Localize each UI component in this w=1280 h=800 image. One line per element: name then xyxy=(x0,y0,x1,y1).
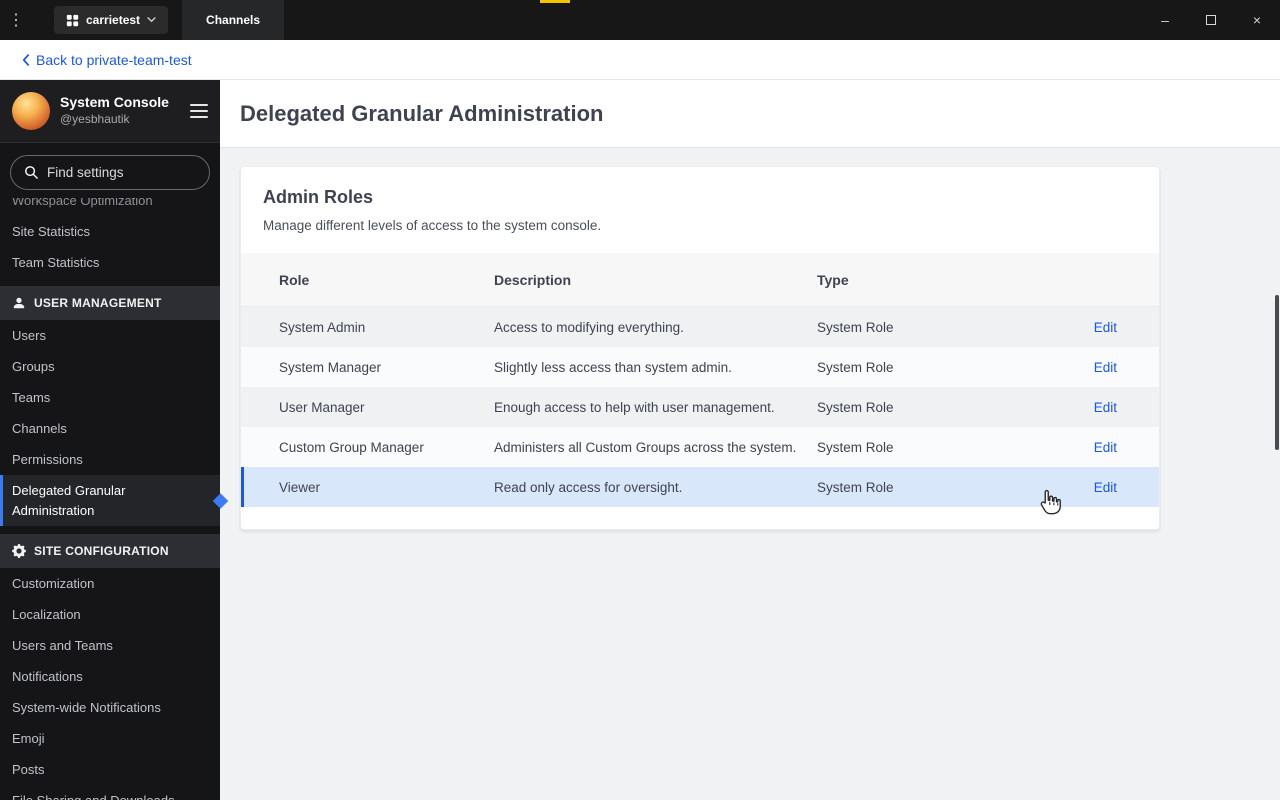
table-header-row: Role Description Type xyxy=(241,253,1159,307)
sidebar-item-groups[interactable]: Groups xyxy=(0,351,220,382)
console-title: System Console xyxy=(60,94,169,111)
edit-button-viewer[interactable]: Edit xyxy=(1094,480,1117,495)
section-user-management-label: USER MANAGEMENT xyxy=(34,296,162,310)
sidebar-item-file-sharing-and-downloads[interactable]: File Sharing and Downloads xyxy=(0,785,220,800)
sidebar-nav: Workspace Optimization Site Statistics T… xyxy=(0,198,229,800)
edit-button-system-manager[interactable]: Edit xyxy=(1094,360,1117,375)
system-console-sidebar: System Console @yesbhautik Workspace Opt… xyxy=(0,80,229,800)
gear-icon xyxy=(12,544,26,558)
close-icon: × xyxy=(1252,12,1262,28)
type-cell: System Role xyxy=(817,479,894,495)
type-cell: System Role xyxy=(817,439,894,455)
settings-search[interactable] xyxy=(10,155,210,190)
server-name: carrietest xyxy=(86,13,141,27)
section-site-configuration-label: SITE CONFIGURATION xyxy=(34,544,169,558)
panel-description: Manage different levels of access to the… xyxy=(263,218,602,233)
sidebar-item-system-wide-notifications[interactable]: System-wide Notifications xyxy=(0,692,220,723)
sidebar-item-delegated-granular-administration[interactable]: Delegated Granular Administration xyxy=(0,475,229,526)
sidebar-item-workspace-optimization[interactable]: Workspace Optimization xyxy=(0,198,220,216)
close-button[interactable]: × xyxy=(1234,0,1280,40)
sidebar-item-teams[interactable]: Teams xyxy=(0,382,220,413)
sidebar-header: System Console @yesbhautik xyxy=(0,80,220,143)
selected-item-label: Delegated Granular Administration xyxy=(12,483,126,518)
table-row-user-manager[interactable]: User Manager Enough access to help with … xyxy=(241,387,1159,427)
edit-button-system-admin[interactable]: Edit xyxy=(1094,320,1117,335)
back-link-label: Back to private-team-test xyxy=(36,51,192,68)
page-title: Delegated Granular Administration xyxy=(240,100,604,126)
table-row-system-manager[interactable]: System Manager Slightly less access than… xyxy=(241,347,1159,387)
table-row-system-admin[interactable]: System Admin Access to modifying everyth… xyxy=(241,307,1159,347)
sidebar-item-notifications[interactable]: Notifications xyxy=(0,661,220,692)
admin-roles-table: Role Description Type System Admin Acces… xyxy=(241,253,1159,507)
sidebar-item-users-and-teams[interactable]: Users and Teams xyxy=(0,630,220,661)
page-body: Admin Roles Manage different levels of a… xyxy=(220,148,1280,800)
search-icon xyxy=(25,166,38,179)
screen-share-indicator xyxy=(540,0,570,3)
username: @yesbhautik xyxy=(60,111,130,126)
back-navigation-bar: Back to private-team-test xyxy=(0,40,1280,80)
description-cell: Read only access for oversight. xyxy=(494,479,683,495)
panel-title: Admin Roles xyxy=(263,187,374,207)
role-cell: System Admin xyxy=(279,319,366,335)
sidebar-item-site-statistics[interactable]: Site Statistics xyxy=(0,216,220,247)
edit-button-user-manager[interactable]: Edit xyxy=(1094,400,1117,415)
tab-channels[interactable]: Channels xyxy=(182,0,285,40)
chevron-left-icon xyxy=(22,53,30,66)
role-cell: Viewer xyxy=(279,479,321,495)
kebab-menu-icon[interactable]: ⋮ xyxy=(0,10,32,30)
server-grid-icon xyxy=(66,14,79,26)
table-row-viewer[interactable]: Viewer Read only access for oversight. S… xyxy=(241,467,1159,507)
user-identity: System Console @yesbhautik xyxy=(60,94,190,127)
column-header-type: Type xyxy=(817,271,849,288)
hamburger-menu-icon[interactable] xyxy=(190,104,208,118)
main-content: Delegated Granular Administration Admin … xyxy=(220,80,1280,800)
server-selector-button[interactable]: carrietest xyxy=(54,6,169,34)
panel-head: Admin Roles Manage different levels of a… xyxy=(241,167,1159,253)
window-titlebar: ⋮ carrietest Channels – × xyxy=(0,0,1280,40)
role-cell: Custom Group Manager xyxy=(279,439,424,455)
section-user-management: USER MANAGEMENT xyxy=(0,286,220,320)
sidebar-item-permissions[interactable]: Permissions xyxy=(0,444,220,475)
minimize-button[interactable]: – xyxy=(1142,0,1188,40)
sidebar-item-channels[interactable]: Channels xyxy=(0,413,220,444)
scrollbar-thumb[interactable] xyxy=(1275,295,1279,450)
maximize-button[interactable] xyxy=(1188,0,1234,40)
window-controls: – × xyxy=(1142,0,1280,40)
edit-button-custom-group-manager[interactable]: Edit xyxy=(1094,440,1117,455)
type-cell: System Role xyxy=(817,399,894,415)
section-site-configuration: SITE CONFIGURATION xyxy=(0,534,220,568)
description-cell: Administers all Custom Groups across the… xyxy=(494,439,797,455)
sidebar-item-users[interactable]: Users xyxy=(0,320,220,351)
tab-channels-label: Channels xyxy=(206,13,261,27)
description-cell: Access to modifying everything. xyxy=(494,319,684,335)
users-icon xyxy=(13,297,25,309)
role-cell: System Manager xyxy=(279,359,382,375)
sidebar-item-emoji[interactable]: Emoji xyxy=(0,723,220,754)
panel-footer xyxy=(241,507,1159,529)
sidebar-item-customization[interactable]: Customization xyxy=(0,568,220,599)
sidebar-item-posts[interactable]: Posts xyxy=(0,754,220,785)
column-header-role: Role xyxy=(279,271,310,288)
maximize-icon xyxy=(1206,15,1216,25)
type-cell: System Role xyxy=(817,319,894,335)
sidebar-item-localization[interactable]: Localization xyxy=(0,599,220,630)
minimize-icon: – xyxy=(1161,12,1169,28)
type-cell: System Role xyxy=(817,359,894,375)
sidebar-item-team-statistics[interactable]: Team Statistics xyxy=(0,247,220,278)
description-cell: Slightly less access than system admin. xyxy=(494,359,732,375)
search-input[interactable] xyxy=(47,165,187,180)
column-header-description: Description xyxy=(494,271,572,288)
role-cell: User Manager xyxy=(279,399,365,415)
page-header: Delegated Granular Administration xyxy=(220,80,1280,148)
back-link[interactable]: Back to private-team-test xyxy=(22,52,192,68)
table-row-custom-group-manager[interactable]: Custom Group Manager Administers all Cus… xyxy=(241,427,1159,467)
user-avatar[interactable] xyxy=(12,92,50,130)
scroll-clipped-area: Workspace Optimization xyxy=(0,198,220,216)
admin-roles-panel: Admin Roles Manage different levels of a… xyxy=(240,166,1160,530)
description-cell: Enough access to help with user manageme… xyxy=(494,399,775,415)
chevron-down-icon xyxy=(147,17,156,23)
